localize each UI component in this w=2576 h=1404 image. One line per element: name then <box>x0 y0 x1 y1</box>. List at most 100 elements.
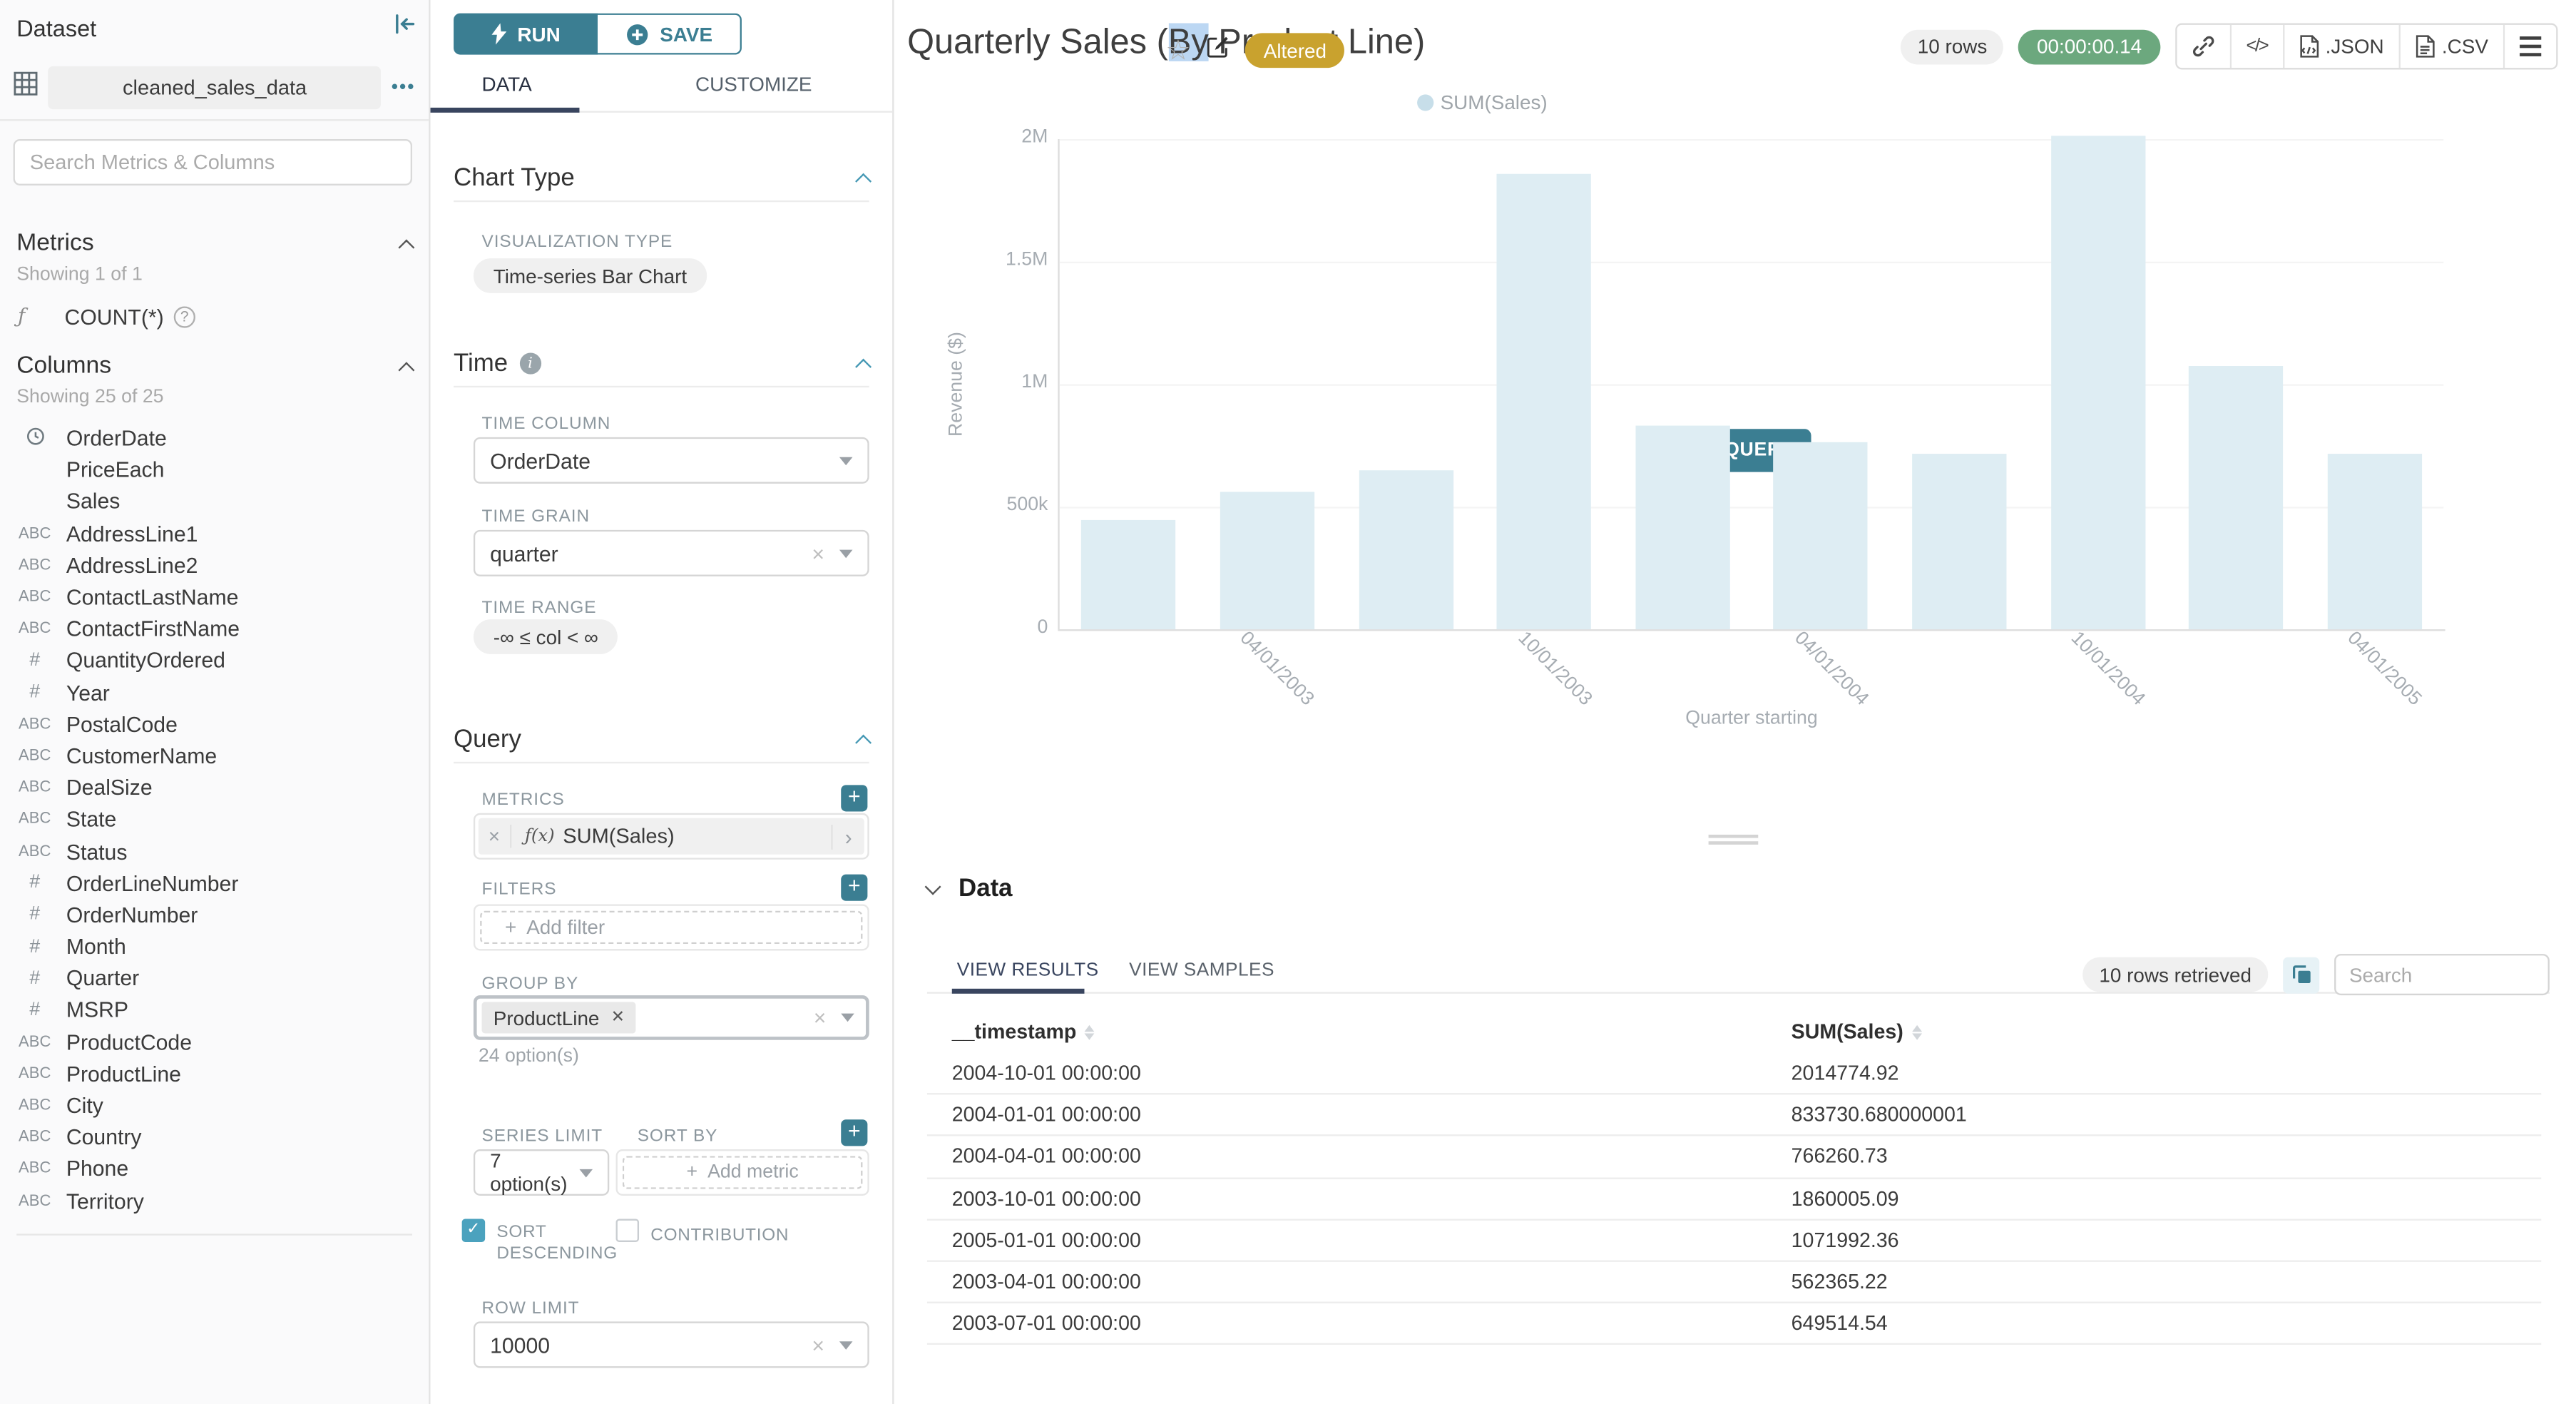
sum-sales-column-header[interactable]: SUM(Sales) <box>1792 1020 2542 1043</box>
copy-link-button[interactable] <box>2177 25 2232 68</box>
add-filter-plus-button[interactable]: + <box>841 875 867 901</box>
column-item-Sales[interactable]: Sales <box>0 486 429 518</box>
column-item-QuantityOrdered[interactable]: #QuantityOrdered <box>0 645 429 677</box>
column-item-City[interactable]: ABCCity <box>0 1089 429 1121</box>
tab-data[interactable]: DATA <box>482 73 532 96</box>
column-item-PostalCode[interactable]: ABCPostalCode <box>0 708 429 741</box>
save-button[interactable]: SAVE <box>598 14 742 55</box>
column-item-MSRP[interactable]: #MSRP <box>0 994 429 1027</box>
collapse-panel-icon[interactable] <box>394 14 415 44</box>
panel-resize-handle[interactable] <box>1709 835 1759 848</box>
export-csv-button[interactable]: .CSV <box>2401 25 2505 68</box>
clear-icon[interactable]: × <box>812 541 824 566</box>
star-icon[interactable]: ☆ <box>1165 37 1190 63</box>
data-section-header[interactable]: Data <box>927 875 1013 902</box>
column-item-ContactFirstName[interactable]: ABCContactFirstName <box>0 613 429 645</box>
search-metrics-columns-input[interactable] <box>14 139 412 185</box>
embed-code-button[interactable]: </> <box>2232 25 2284 68</box>
contribution-checkbox[interactable] <box>616 1219 639 1242</box>
column-item-Territory[interactable]: ABCTerritory <box>0 1185 429 1217</box>
visualization-type-label: VISUALIZATION TYPE <box>482 232 673 252</box>
columns-section-header: Columns <box>16 352 412 379</box>
column-item-DealSize[interactable]: ABCDealSize <box>0 772 429 804</box>
column-item-Country[interactable]: ABCCountry <box>0 1121 429 1154</box>
json-file-icon <box>2299 35 2319 58</box>
column-item-AddressLine2[interactable]: ABCAddressLine2 <box>0 549 429 581</box>
menu-button[interactable] <box>2505 25 2556 68</box>
tab-view-results[interactable]: VIEW RESULTS <box>957 960 1099 980</box>
column-item-Year[interactable]: #Year <box>0 676 429 708</box>
sort-descending-checkbox[interactable]: ✓ <box>462 1219 485 1242</box>
copy-data-button[interactable] <box>2283 957 2319 993</box>
dataset-name[interactable]: cleaned_sales_data <box>48 66 382 109</box>
bar-2003-01-01[interactable] <box>1082 520 1176 629</box>
timestamp-column-header[interactable]: __timestamp <box>927 1020 1792 1043</box>
bar-2003-10-01[interactable] <box>1497 173 1591 629</box>
clear-icon[interactable]: × <box>814 1005 827 1030</box>
add-sort-metric-plus-button[interactable]: + <box>841 1119 867 1146</box>
chevron-up-icon[interactable] <box>855 359 872 375</box>
add-sort-metric-button[interactable]: + Add metric <box>623 1156 863 1189</box>
metric-chip[interactable]: × ƒ(x) SUM(Sales) › <box>479 818 864 855</box>
time-range-value[interactable]: -∞ ≤ col < ∞ <box>474 619 618 654</box>
bar-2003-04-01[interactable] <box>1220 492 1314 629</box>
column-item-CustomerName[interactable]: ABCCustomerName <box>0 740 429 772</box>
remove-metric-icon[interactable]: × <box>479 825 511 848</box>
chevron-up-icon[interactable] <box>855 173 872 190</box>
column-item-State[interactable]: ABCState <box>0 803 429 835</box>
group-by-chip[interactable]: ProductLine ✕ <box>482 1002 637 1033</box>
data-search-input[interactable] <box>2334 954 2550 995</box>
column-item-OrderNumber[interactable]: #OrderNumber <box>0 899 429 931</box>
time-column-select[interactable]: OrderDate <box>474 437 869 484</box>
column-item-ContactLastName[interactable]: ABCContactLastName <box>0 581 429 614</box>
clear-icon[interactable]: × <box>812 1333 824 1358</box>
table-row: 2004-04-01 00:00:00766260.73 <box>927 1136 2541 1178</box>
bar-2004-04-01[interactable] <box>1774 442 1868 629</box>
column-item-OrderDate[interactable]: OrderDate <box>0 422 429 454</box>
add-metric-plus-button[interactable]: + <box>841 785 867 811</box>
column-item-OrderLineNumber[interactable]: #OrderLineNumber <box>0 868 429 900</box>
column-item-ProductLine[interactable]: ABCProductLine <box>0 1058 429 1090</box>
chart-legend[interactable]: SUM(Sales) <box>1417 91 1548 114</box>
chart-type-section-header[interactable]: Chart Type <box>454 164 869 192</box>
tab-customize[interactable]: CUSTOMIZE <box>695 73 812 96</box>
remove-chip-icon[interactable]: ✕ <box>611 1009 625 1027</box>
column-item-Status[interactable]: ABCStatus <box>0 835 429 868</box>
visualization-type-value[interactable]: Time-series Bar Chart <box>474 258 707 293</box>
bar-2004-01-01[interactable] <box>1635 425 1729 629</box>
metric-item[interactable]: ƒ COUNT(*) ? <box>0 300 429 332</box>
query-section-header[interactable]: Query <box>454 726 869 753</box>
table-row: 2003-04-01 00:00:00562365.22 <box>927 1262 2541 1303</box>
series-limit-select[interactable]: 7 option(s) <box>474 1149 609 1196</box>
results-table: __timestamp SUM(Sales) 2004-10-01 00:00:… <box>927 1010 2541 1346</box>
help-icon[interactable]: ? <box>174 305 195 327</box>
time-section-header[interactable]: Time i <box>454 350 869 377</box>
chevron-up-icon[interactable] <box>398 361 414 377</box>
export-json-button[interactable]: .JSON <box>2284 25 2401 68</box>
altered-badge[interactable]: Altered <box>1245 33 1344 68</box>
add-filter-button[interactable]: + Add filter <box>480 911 862 944</box>
bar-2005-04-01[interactable] <box>2327 453 2421 629</box>
x-tick-label: 10/01/2003 <box>1513 629 1595 710</box>
bar-2005-01-01[interactable] <box>2189 367 2283 629</box>
time-grain-select[interactable]: quarter × <box>474 530 869 576</box>
column-item-ProductCode[interactable]: ABCProductCode <box>0 1026 429 1058</box>
row-limit-select[interactable]: 10000 × <box>474 1321 869 1368</box>
sort-icon <box>1085 1024 1095 1039</box>
group-by-select[interactable]: ProductLine ✕ × <box>474 995 869 1040</box>
chevron-up-icon[interactable] <box>398 238 414 255</box>
bar-2004-07-01[interactable] <box>1912 454 2006 629</box>
run-button[interactable]: RUN <box>454 14 598 55</box>
column-item-Month[interactable]: #Month <box>0 931 429 963</box>
column-item-AddressLine1[interactable]: ABCAddressLine1 <box>0 518 429 550</box>
column-item-Phone[interactable]: ABCPhone <box>0 1153 429 1185</box>
edit-title-icon[interactable] <box>1206 34 1231 67</box>
column-item-Quarter[interactable]: #Quarter <box>0 962 429 994</box>
bar-2003-07-01[interactable] <box>1359 470 1453 629</box>
column-item-PriceEach[interactable]: PriceEach <box>0 454 429 486</box>
dataset-more-icon[interactable]: ••• <box>392 78 416 98</box>
chevron-right-icon[interactable]: › <box>831 824 864 849</box>
chevron-up-icon[interactable] <box>855 735 872 751</box>
bar-2004-10-01[interactable] <box>2050 136 2145 629</box>
tab-view-samples[interactable]: VIEW SAMPLES <box>1129 960 1274 980</box>
